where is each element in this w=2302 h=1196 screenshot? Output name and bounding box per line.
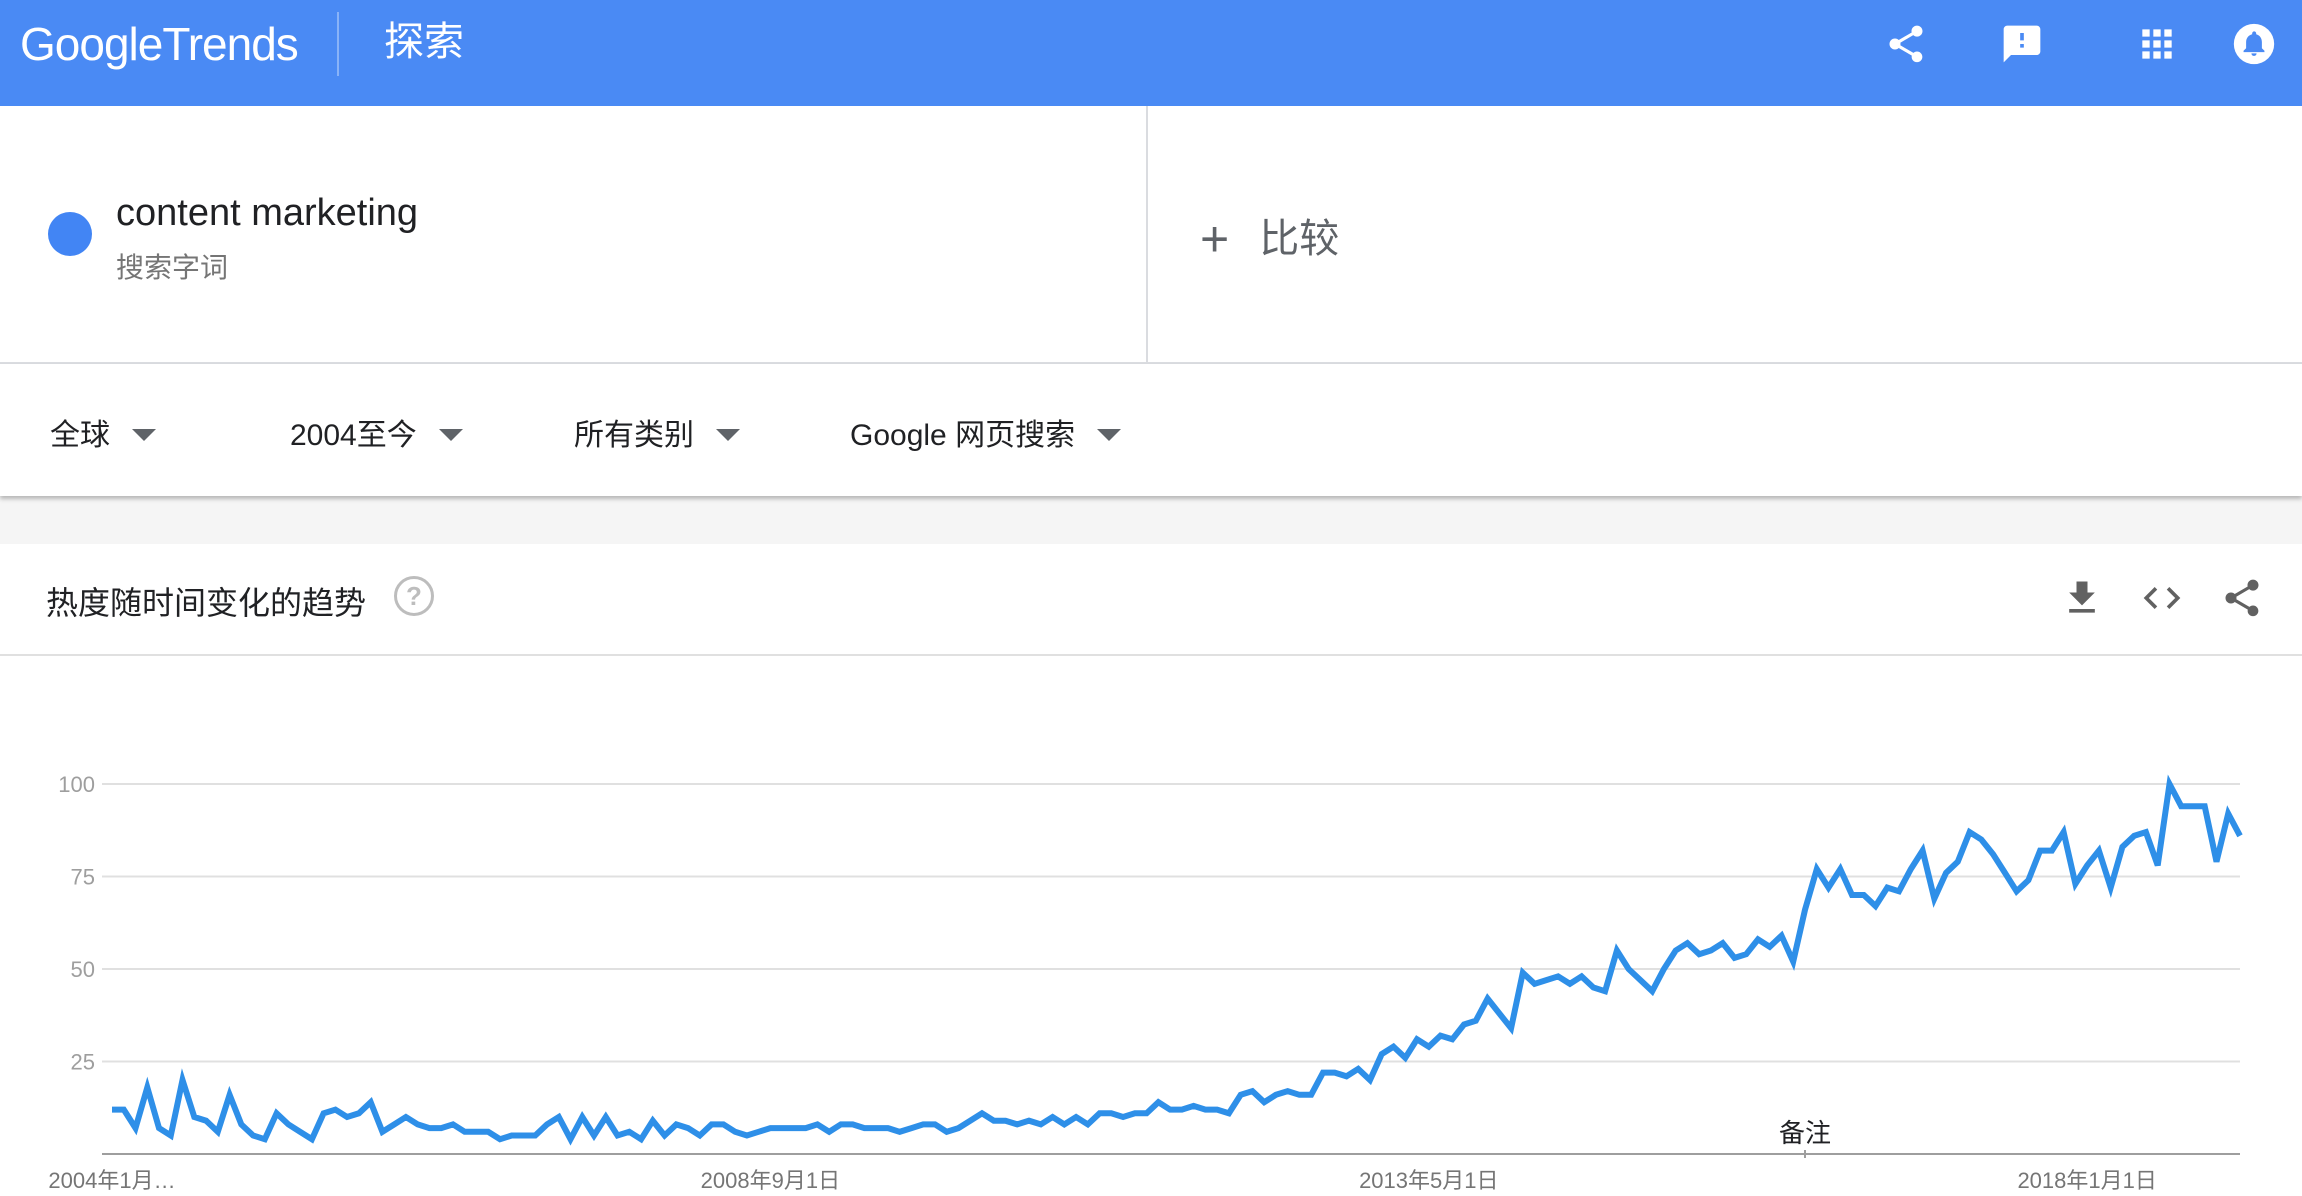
top-bar: GoogleTrends 探索 (0, 0, 2302, 106)
compare-label: 比较 (1259, 217, 1340, 261)
dropdown-arrow-icon (132, 429, 156, 441)
logo-trends-text: Trends (162, 18, 298, 70)
apps-grid-icon[interactable] (2135, 22, 2179, 66)
trend-line-chart[interactable]: 25 50 75 100 备注 2004年1月… 2008年9月1日 2013年5月1日 201… (0, 656, 2302, 1196)
search-term-card[interactable]: content marketing 搜索字词 (0, 106, 1148, 362)
category-dropdown[interactable]: 所有类别 (574, 410, 740, 454)
dropdown-arrow-icon (1097, 429, 1122, 441)
filter-bar: 全球 2004至今 所有类别 Google 网页搜索 (0, 364, 2302, 496)
plus-icon: + (1200, 211, 1230, 267)
time-range-value: 2004至今 (290, 419, 417, 452)
x-tick-label: 2004年1月… (48, 1168, 175, 1193)
interest-over-time-card: 热度随时间变化的趋势 ? 25 50 75 100 备注 2004年1月… 2008年9月1… (0, 544, 2302, 1196)
category-value: 所有类别 (574, 419, 694, 452)
y-tick-label: 100 (58, 772, 95, 797)
help-icon[interactable]: ? (394, 576, 434, 616)
time-range-dropdown[interactable]: 2004至今 (290, 410, 463, 454)
search-terms-panel: content marketing 搜索字词 + 比较 (0, 106, 2302, 364)
term-color-dot (48, 212, 92, 256)
header-divider (337, 12, 339, 76)
region-dropdown[interactable]: 全球 (50, 410, 156, 454)
card-title: 热度随时间变化的趋势 (46, 585, 367, 621)
term-type-label: 搜索字词 (116, 252, 229, 283)
page-title: 探索 (384, 20, 464, 64)
x-tick-label: 2013年5月1日 (1359, 1168, 1498, 1193)
share-chart-icon[interactable] (2220, 576, 2264, 620)
region-value: 全球 (50, 419, 110, 452)
y-tick-label: 50 (71, 957, 95, 982)
search-type-dropdown[interactable]: Google 网页搜索 (850, 410, 1122, 454)
dropdown-arrow-icon (716, 429, 740, 441)
term-name[interactable]: content marketing (116, 192, 418, 235)
x-tick-label: 2008年9月1日 (701, 1168, 840, 1193)
feedback-icon[interactable] (2000, 22, 2044, 66)
x-tick-label: 2018年1月1日 (2017, 1168, 2156, 1193)
y-tick-label: 75 (71, 865, 95, 890)
search-type-value: Google 网页搜索 (850, 419, 1076, 452)
logo-google-text: Google (20, 18, 163, 70)
y-tick-label: 25 (71, 1050, 95, 1075)
download-icon[interactable] (2060, 576, 2104, 620)
series-line-content-marketing (112, 774, 2243, 1146)
embed-code-icon[interactable] (2140, 576, 2184, 620)
compare-button[interactable]: + 比较 (1200, 206, 1339, 268)
dropdown-arrow-icon (438, 429, 463, 441)
google-trends-logo[interactable]: GoogleTrends (20, 14, 299, 74)
notifications-icon[interactable] (2232, 22, 2276, 66)
share-icon[interactable] (1884, 22, 1928, 66)
annotation-label: 备注 (1779, 1118, 1831, 1148)
